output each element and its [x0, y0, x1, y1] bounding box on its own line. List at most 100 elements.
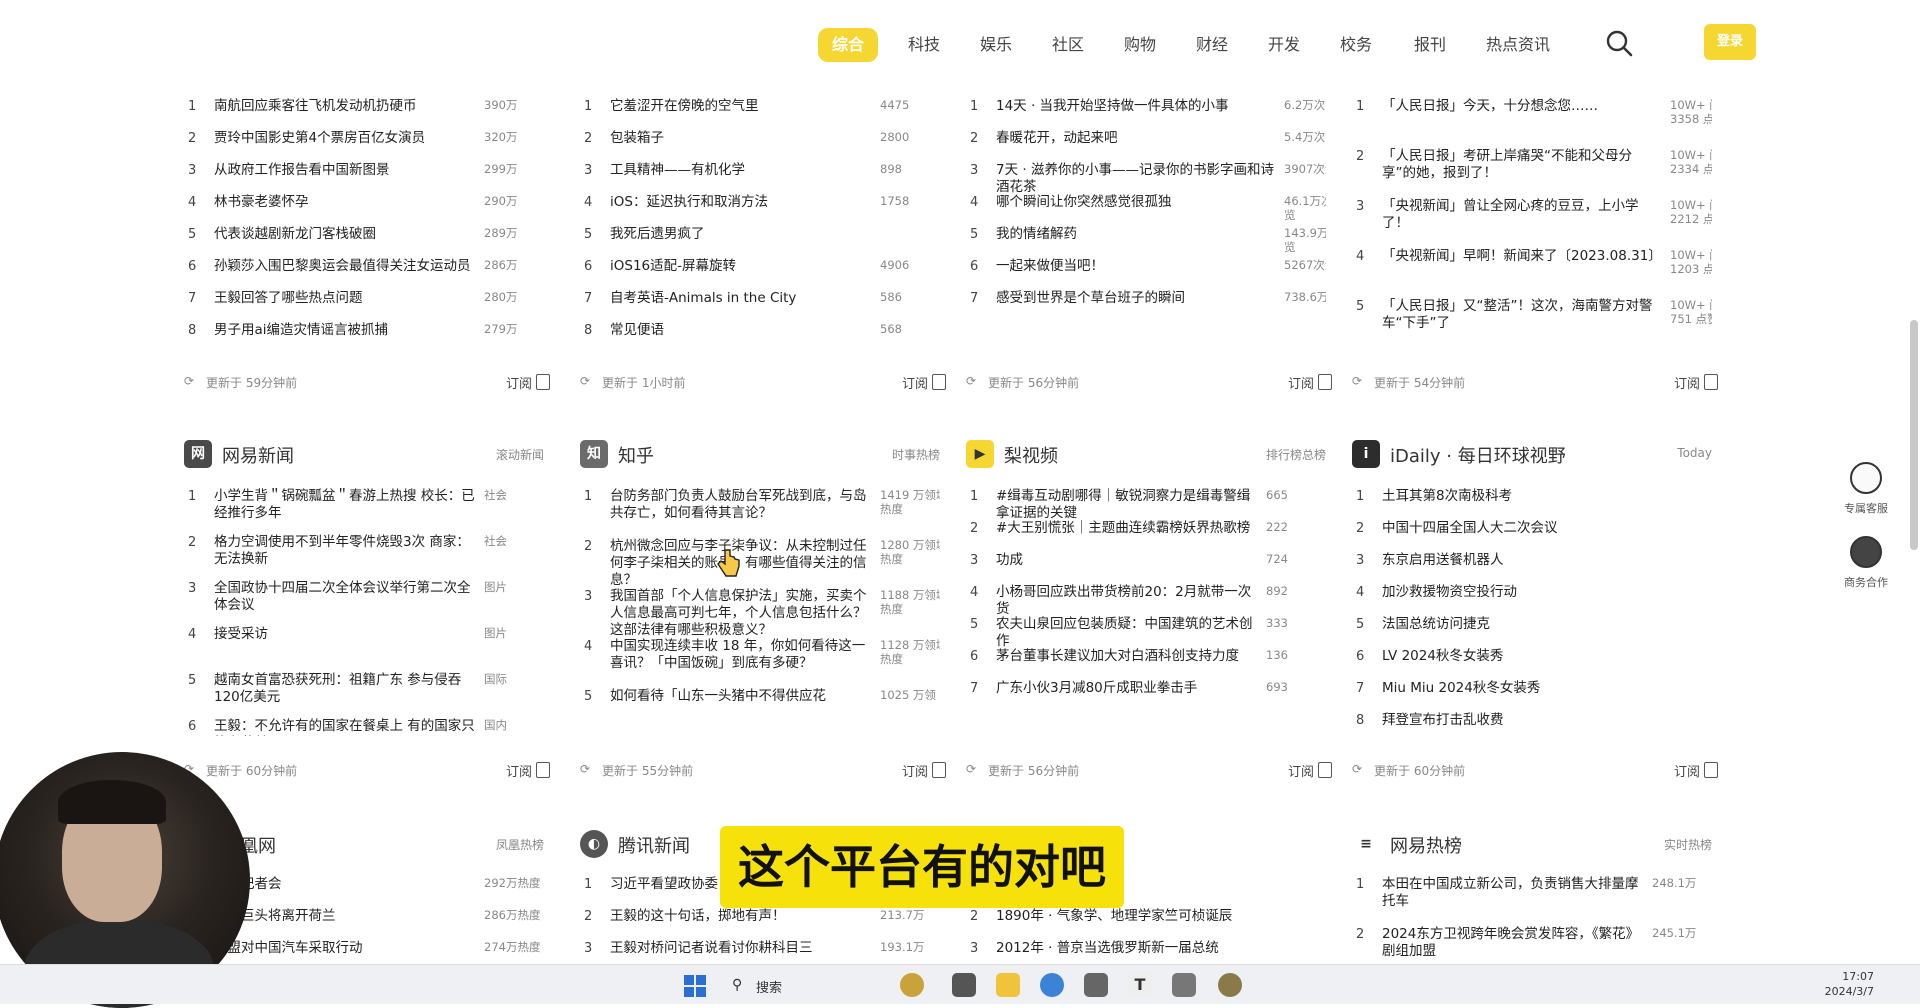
login-button[interactable]: 登录	[1704, 24, 1756, 60]
clock[interactable]: 17:07 2024/3/7	[1794, 969, 1874, 999]
item-title[interactable]: 春暖花开，动起来吧	[996, 130, 1274, 147]
item-title[interactable]: 男子用ai编造灾情谣言被抓捕	[214, 322, 476, 339]
item-title[interactable]: 王毅：不允许有的国家在餐桌上 有的国家只能在菜单里	[214, 718, 476, 736]
card-title[interactable]: 梨视频	[1004, 442, 1058, 468]
item-title[interactable]: 7天 · 滋养你的小事——记录你的书影字画和诗酒花茶	[996, 162, 1274, 196]
item-title[interactable]: #大王别慌张｜主题曲连续霸榜妖界热歌榜	[996, 520, 1258, 537]
item-title[interactable]: 王毅记者会	[214, 876, 476, 893]
item-title[interactable]: iOS16适配-屏幕旋转	[610, 258, 872, 275]
item-title[interactable]: 农夫山泉回应包装质疑：中国建筑的艺术创作	[996, 616, 1258, 650]
subscribe-button[interactable]: 订阅	[1674, 373, 1700, 392]
item-title[interactable]: 东京启用送餐机器人	[1382, 552, 1644, 569]
item-title[interactable]: 1890年 · 气象学、地理学家竺可桢诞辰	[996, 908, 1258, 925]
bookmark-icon[interactable]	[1318, 762, 1332, 778]
item-title[interactable]: 常见便语	[610, 322, 872, 339]
item-title[interactable]: 14天 · 当我开始坚持做一件具体的小事	[996, 98, 1274, 115]
item-title[interactable]: 哪个瞬间让你突然感觉很孤独	[996, 194, 1274, 211]
refresh-icon[interactable]: ⟳	[580, 762, 590, 776]
refresh-icon[interactable]: ⟳	[966, 374, 976, 388]
item-title[interactable]: 越南女首富恐获死刑：祖籍广东 参与侵吞120亿美元	[214, 672, 476, 706]
item-title[interactable]: 格力空调使用不到半年零件烧毁3次 商家：无法换新	[214, 534, 476, 568]
item-title[interactable]: LV 2024秋冬女装秀	[1382, 648, 1644, 665]
item-title[interactable]: 荷兰巨头将离开荷兰	[214, 908, 476, 925]
item-title[interactable]: iOS：延迟执行和取消方法	[610, 194, 872, 211]
item-title[interactable]: 小杨哥回应跌出带货榜前20：2月就带一次货	[996, 584, 1258, 618]
item-title[interactable]: 茅台董事长建议加大对白酒科创支持力度	[996, 648, 1258, 665]
search-icon[interactable]: ⚲	[732, 977, 742, 993]
tab-综合[interactable]: 综合	[818, 28, 879, 62]
item-title[interactable]: 拜登宣布打击乱收费	[1382, 712, 1644, 729]
app-icon[interactable]	[1084, 973, 1108, 997]
edge-icon[interactable]	[1040, 973, 1064, 997]
subscribe-button[interactable]: 订阅	[1288, 373, 1314, 392]
item-title[interactable]: 中国实现连续丰收 18 年，你如何看待这一喜讯？「中国饭碗」到底有多硬？	[610, 638, 872, 672]
app-icon[interactable]	[952, 973, 976, 997]
item-title[interactable]: 功成	[996, 552, 1258, 569]
bookmark-icon[interactable]	[1704, 374, 1718, 390]
tab-开发[interactable]: 开发	[1268, 28, 1300, 62]
tab-社区[interactable]: 社区	[1052, 28, 1084, 62]
item-title[interactable]: 「人民日报」又“整活”！这次，海南警方对警车“下手”了	[1382, 298, 1660, 332]
tab-娱乐[interactable]: 娱乐	[980, 28, 1012, 62]
customer-service-widget[interactable]: 专属客服	[1836, 462, 1896, 516]
item-title[interactable]: 王毅的这十句话，掷地有声！	[610, 908, 872, 925]
item-title[interactable]: 本田在中国成立新公司，负责销售大排量摩托车	[1382, 876, 1644, 910]
subscribe-button[interactable]: 订阅	[1674, 761, 1700, 780]
item-title[interactable]: 小学生背＂锅碗瓢盆＂春游上热搜 校长：已经推行多年	[214, 488, 476, 522]
tab-财经[interactable]: 财经	[1196, 28, 1228, 62]
card-title[interactable]: 知乎	[618, 442, 654, 468]
bookmark-icon[interactable]	[932, 762, 946, 778]
tab-校务[interactable]: 校务	[1340, 28, 1372, 62]
subscribe-button[interactable]: 订阅	[506, 761, 532, 780]
item-title[interactable]: 接受采访	[214, 626, 476, 643]
item-title[interactable]: 「人民日报」今天，十分想念您……	[1382, 98, 1660, 115]
tab-科技[interactable]: 科技	[908, 28, 940, 62]
text-icon[interactable]: T	[1128, 973, 1152, 997]
item-title[interactable]: 孙颖莎入围巴黎奥运会最值得关注女运动员	[214, 258, 476, 275]
scrollbar[interactable]	[1910, 320, 1918, 550]
taskbar-search[interactable]: 搜索	[756, 977, 782, 996]
item-title[interactable]: 中国十四届全国人大二次会议	[1382, 520, 1644, 537]
bookmark-icon[interactable]	[1704, 762, 1718, 778]
item-title[interactable]: 感受到世界是个草台班子的瞬间	[996, 290, 1274, 307]
tab-购物[interactable]: 购物	[1124, 28, 1156, 62]
item-title[interactable]: 全国政协十四届二次全体会议举行第二次全体会议	[214, 580, 476, 614]
item-title[interactable]: 王毅对桥问记者说看讨你耕科目三	[610, 940, 872, 957]
start-icon[interactable]	[684, 975, 706, 997]
tab-报刊[interactable]: 报刊	[1414, 28, 1446, 62]
item-title[interactable]: 台防务部门负责人鼓励台军死战到底，与岛共存亡，如何看待其言论？	[610, 488, 872, 522]
item-title[interactable]: 「央视新闻」曾让全网心疼的豆豆，上小学了！	[1382, 198, 1660, 232]
item-title[interactable]: 我的情绪解药	[996, 226, 1274, 243]
item-title[interactable]: 广东小伙3月减80斤成职业拳击手	[996, 680, 1258, 697]
folder-icon[interactable]	[996, 973, 1020, 997]
tab-热点资讯[interactable]: 热点资讯	[1486, 28, 1550, 62]
item-title[interactable]: 王毅回答了哪些热点问题	[214, 290, 476, 307]
refresh-icon[interactable]: ⟳	[1352, 374, 1362, 388]
refresh-icon[interactable]: ⟳	[184, 374, 194, 388]
item-title[interactable]: 如何看待「山东一头猪中不得供应花	[610, 688, 872, 705]
bookmark-icon[interactable]	[932, 374, 946, 390]
subscribe-button[interactable]: 订阅	[902, 373, 928, 392]
item-title[interactable]: Miu Miu 2024秋冬女装秀	[1382, 680, 1644, 697]
item-title[interactable]: 自考英语-Animals in the City	[610, 290, 872, 307]
subscribe-button[interactable]: 订阅	[1288, 761, 1314, 780]
item-title[interactable]: 2012年 · 普京当选俄罗斯新一届总统	[996, 940, 1258, 957]
item-title[interactable]: 土耳其第8次南极科考	[1382, 488, 1644, 505]
item-title[interactable]: 它羞涩开在傍晚的空气里	[610, 98, 872, 115]
card-title[interactable]: 网易热榜	[1390, 832, 1462, 858]
item-title[interactable]: 工具精神——有机化学	[610, 162, 872, 179]
item-title[interactable]: 代表谈越剧新龙门客栈破圈	[214, 226, 476, 243]
item-title[interactable]: 「央视新闻」早啊！新闻来了〔2023.08.31〕	[1382, 248, 1662, 265]
item-title[interactable]: #缉毒互动剧哪得｜敏锐洞察力是缉毒警缉拿证据的关键	[996, 488, 1258, 522]
subscribe-button[interactable]: 订阅	[506, 373, 532, 392]
app-icon[interactable]	[1172, 973, 1196, 997]
item-title[interactable]: 加沙救援物资空投行动	[1382, 584, 1644, 601]
item-title[interactable]: 林书豪老婆怀孕	[214, 194, 476, 211]
item-title[interactable]: 法国总统访问捷克	[1382, 616, 1644, 633]
item-title[interactable]: 一起来做便当吧！	[996, 258, 1274, 275]
item-title[interactable]: 南航回应乘客往飞机发动机扔硬币	[214, 98, 476, 115]
bookmark-icon[interactable]	[536, 374, 550, 390]
refresh-icon[interactable]: ⟳	[580, 374, 590, 388]
item-title[interactable]: 2024东方卫视跨年晚会赏发阵容，《繁花》剧组加盟	[1382, 926, 1644, 960]
item-title[interactable]: 「人民日报」考研上岸痛哭“不能和父母分享”的她，报到了！	[1382, 148, 1660, 182]
